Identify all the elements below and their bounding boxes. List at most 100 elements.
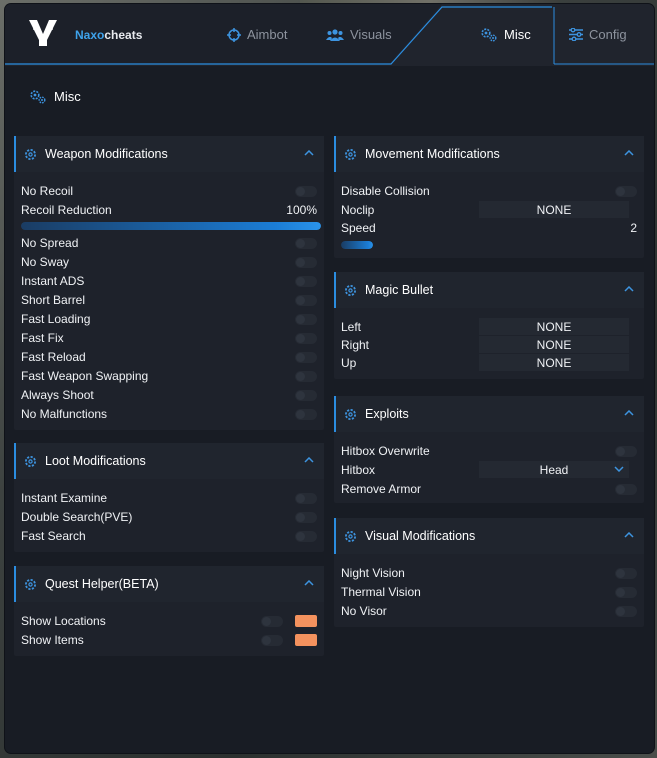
row-label: Show Locations <box>21 614 106 628</box>
speed-value: 2 <box>630 221 637 235</box>
hitbox-select[interactable]: Head <box>479 461 629 478</box>
crosshair-icon <box>227 27 241 42</box>
slider-fill <box>341 241 373 249</box>
color-swatch[interactable] <box>295 634 317 646</box>
chevron-up-icon[interactable] <box>624 410 634 416</box>
toggle-switch[interactable] <box>295 512 317 523</box>
toggle-switch[interactable] <box>295 238 317 249</box>
recoil-reduction-slider[interactable] <box>21 222 321 230</box>
toggle-switch[interactable] <box>295 531 317 542</box>
row-visual-option: Night Vision <box>341 564 637 582</box>
toggle-switch[interactable] <box>261 616 283 627</box>
panel-header[interactable]: Movement Modifications <box>334 136 644 172</box>
toggle-switch[interactable] <box>295 493 317 504</box>
toggle-switch[interactable] <box>615 587 637 598</box>
brand-part-2: cheats <box>104 28 143 42</box>
toggle-switch[interactable] <box>295 333 317 344</box>
color-swatch[interactable] <box>295 615 317 627</box>
panel-header[interactable]: Weapon Modifications <box>14 136 324 172</box>
panel-title: Loot Modifications <box>45 454 146 468</box>
toggle-switch[interactable] <box>261 635 283 646</box>
row-visual-option: No Visor <box>341 602 637 620</box>
toggle-switch[interactable] <box>615 186 637 197</box>
keybind-box[interactable]: NONE <box>479 318 629 335</box>
toggle-switch[interactable] <box>295 314 317 325</box>
toggle-switch[interactable] <box>615 568 637 579</box>
toggle-switch[interactable] <box>615 446 637 457</box>
toggle-switch[interactable] <box>295 352 317 363</box>
panel-title: Magic Bullet <box>365 283 434 297</box>
row-noclip: Noclip NONE <box>341 201 637 219</box>
row-show-items: Show Items <box>21 631 317 649</box>
toggle-switch[interactable] <box>295 295 317 306</box>
row-label: No Sway <box>21 255 70 269</box>
gears-icon <box>481 28 497 42</box>
chevron-up-icon[interactable] <box>304 150 314 156</box>
row-disable-collision: Disable Collision <box>341 182 637 200</box>
keybind-box[interactable]: NONE <box>479 336 629 353</box>
users-icon <box>326 28 344 41</box>
panel-header[interactable]: Visual Modifications <box>334 518 644 554</box>
row-label: Right <box>341 338 370 352</box>
panel-header[interactable]: Quest Helper(BETA) <box>14 566 324 602</box>
panel-movement-modifications: Movement Modifications Disable Collision… <box>334 136 644 258</box>
row-label: Remove Armor <box>341 482 422 496</box>
row-label: Hitbox <box>341 463 376 477</box>
chevron-up-icon[interactable] <box>624 532 634 538</box>
row-loot-option: Double Search(PVE) <box>21 508 317 526</box>
toggle-switch[interactable] <box>615 606 637 617</box>
row-label: No Malfunctions <box>21 407 108 421</box>
toggle-switch[interactable] <box>295 390 317 401</box>
row-magic-direction: Left NONE <box>341 318 637 336</box>
panel-weapon-modifications: Weapon Modifications No Recoil Recoil Re… <box>14 136 324 430</box>
noclip-keybind[interactable]: NONE <box>479 201 629 218</box>
logo-icon <box>29 20 57 46</box>
keybind-box[interactable]: NONE <box>479 354 629 371</box>
row-magic-direction: Right NONE <box>341 336 637 354</box>
toggle-switch[interactable] <box>295 276 317 287</box>
tab-aimbot-label: Aimbot <box>247 27 288 42</box>
brand-name: Naxocheats <box>75 28 142 42</box>
row-hitbox: Hitbox Head <box>341 461 637 479</box>
slider-fill <box>21 222 321 230</box>
panel-header[interactable]: Loot Modifications <box>14 443 324 479</box>
row-label: Recoil Reduction <box>21 203 112 217</box>
row-label: Fast Reload <box>21 350 86 364</box>
row-loot-option: Instant Examine <box>21 489 317 507</box>
chevron-up-icon[interactable] <box>624 150 634 156</box>
row-label: Speed <box>341 221 376 235</box>
row-weapon-option: Short Barrel <box>21 291 317 309</box>
gear-icon <box>345 148 356 160</box>
row-label: Fast Loading <box>21 312 91 326</box>
toggle-switch[interactable] <box>615 484 637 495</box>
hitbox-select-value: Head <box>539 462 569 477</box>
panel-header[interactable]: Exploits <box>334 396 644 432</box>
row-hitbox-overwrite: Hitbox Overwrite <box>341 442 637 460</box>
toggle-switch[interactable] <box>295 257 317 268</box>
panel-title: Visual Modifications <box>365 529 476 543</box>
panel-title: Quest Helper(BETA) <box>45 577 159 591</box>
row-label: Instant ADS <box>21 274 85 288</box>
brand-part-1: Naxo <box>75 28 105 42</box>
row-label: Double Search(PVE) <box>21 510 133 524</box>
chevron-up-icon[interactable] <box>304 580 314 586</box>
speed-slider[interactable] <box>341 241 373 249</box>
toggle-switch[interactable] <box>295 186 317 197</box>
tab-misc[interactable]: Misc <box>480 27 531 42</box>
row-label: Show Items <box>21 633 84 647</box>
gear-icon <box>345 530 356 542</box>
chevron-up-icon[interactable] <box>304 457 314 463</box>
panel-title: Weapon Modifications <box>45 147 168 161</box>
tab-visuals[interactable]: Visuals <box>326 27 392 42</box>
panel-header[interactable]: Magic Bullet <box>334 272 644 308</box>
tab-aimbot[interactable]: Aimbot <box>227 27 287 42</box>
toggle-switch[interactable] <box>295 371 317 382</box>
row-label: Disable Collision <box>341 184 430 198</box>
row-no-recoil: No Recoil <box>21 182 317 200</box>
chevron-up-icon[interactable] <box>624 286 634 292</box>
tab-config[interactable]: Config <box>569 27 627 42</box>
toggle-switch[interactable] <box>295 409 317 420</box>
gear-icon <box>25 578 36 590</box>
row-weapon-option: Fast Weapon Swapping <box>21 367 317 385</box>
row-label: Noclip <box>341 203 375 217</box>
